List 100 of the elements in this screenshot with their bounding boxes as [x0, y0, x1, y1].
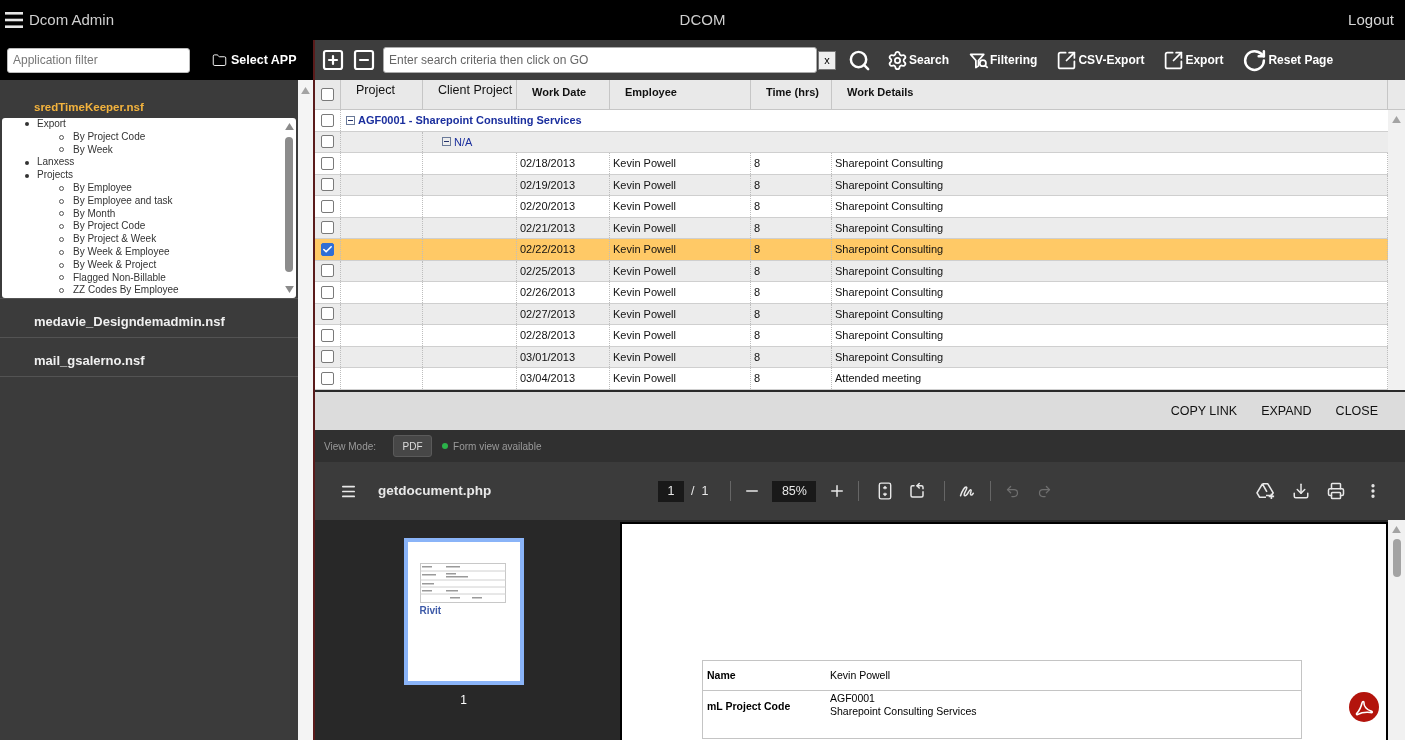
app-name: Dcom Admin [29, 9, 115, 30]
select-app-button[interactable]: Select APP [211, 50, 297, 70]
pdf-mode-button[interactable]: PDF [393, 435, 433, 457]
tree-item[interactable]: By Project Code [59, 130, 146, 144]
checkbox[interactable] [321, 199, 334, 213]
table-cell-text: 02/22/2013 [520, 242, 576, 257]
minus-square-icon[interactable] [442, 137, 451, 147]
search-icon[interactable] [848, 48, 871, 72]
table-row[interactable]: 02/19/2013 Kevin Powell 8 Sharepoint Consulting [315, 174, 1388, 196]
logout-link[interactable]: Logout [1348, 8, 1394, 32]
table-cell-text: 8 [754, 306, 761, 322]
checkbox[interactable] [321, 135, 334, 149]
checkbox[interactable] [321, 350, 334, 364]
column-header[interactable]: Project [341, 80, 423, 109]
filter-button[interactable]: Filtering [968, 49, 1038, 71]
table-row[interactable]: 02/22/2013 Kevin Powell 8 Sharepoint Consulting [315, 239, 1388, 261]
application-filter-field[interactable]: Application filter [7, 47, 190, 73]
preview-action-button[interactable]: CLOSE [1325, 397, 1388, 425]
table-row[interactable]: 02/25/2013 Kevin Powell 8 Sharepoint Consulting [315, 260, 1388, 282]
clear-button[interactable]: x [818, 50, 836, 70]
search-field[interactable]: Enter search criteria then click on GO [383, 47, 817, 73]
tree-item[interactable]: By Project Code [59, 220, 146, 234]
preview-action-button[interactable]: EXPAND [1251, 397, 1322, 425]
checkbox[interactable] [321, 371, 334, 385]
app-item[interactable]: medavie_Designdemadmin.nsf [0, 299, 298, 337]
scroll-up-arrow-icon[interactable] [1392, 116, 1401, 123]
triangle-plus-icon[interactable] [1256, 482, 1276, 500]
table-row[interactable]: 02/26/2013 Kevin Powell 8 Sharepoint Consulting [315, 282, 1388, 304]
search-button[interactable]: Search [887, 49, 950, 71]
table-cell-text: 8 [754, 199, 761, 214]
table-cell-text: Sharepoint Consulting [835, 177, 944, 193]
download-icon[interactable] [1292, 482, 1310, 500]
tree-item[interactable]: By Employee and task [59, 194, 173, 208]
tree-item[interactable]: Lanxess [25, 156, 75, 170]
tree-item[interactable]: By Project & Week [59, 233, 157, 246]
tree-item[interactable]: By Employee [59, 182, 132, 195]
minus-square-icon[interactable] [346, 115, 355, 125]
app-item[interactable]: mail_gsalerno.nsf [0, 338, 298, 376]
csv-export-button[interactable]: CSV-Export [1056, 49, 1145, 71]
table-row[interactable]: 02/18/2013 Kevin Powell 8 Sharepoint Consulting [315, 153, 1388, 175]
tree-item[interactable]: Flagged Non-Billable [59, 271, 166, 285]
table-row[interactable]: 03/01/2013 Kevin Powell 8 Sharepoint Consulting [315, 346, 1388, 368]
column-header[interactable]: Time (hrs) [751, 80, 832, 109]
export-icon [1056, 49, 1078, 71]
pdf-logo-icon[interactable] [1349, 692, 1379, 722]
scroll-up-arrow-icon[interactable] [301, 87, 310, 94]
print-icon[interactable] [1327, 482, 1345, 500]
page-thumbnail[interactable]: Rivit [403, 538, 524, 685]
checkbox[interactable] [321, 156, 334, 170]
rotate-icon[interactable] [908, 482, 927, 500]
fit-page-icon[interactable] [878, 482, 893, 500]
scroll-down-arrow-icon[interactable] [284, 286, 294, 293]
column-header[interactable]: Employee [610, 80, 751, 109]
scrollbar-thumb[interactable] [1392, 539, 1401, 577]
reset-button[interactable]: Reset Page [1242, 47, 1334, 73]
app-item[interactable]: sredTimeKeeper.nsf [0, 84, 298, 118]
zoom-field[interactable]: 85% [772, 480, 817, 502]
column-header[interactable]: Work Details [832, 80, 1388, 109]
group-row[interactable]: AGF0001 - Sharepoint Consulting Services [315, 110, 1388, 132]
table-cell-text: Attended meeting [835, 371, 922, 386]
checkbox[interactable] [321, 178, 334, 192]
checkbox[interactable] [321, 113, 334, 127]
table-row[interactable]: 02/20/2013 Kevin Powell 8 Sharepoint Consulting [315, 196, 1388, 218]
checkbox[interactable] [321, 88, 334, 101]
table-cell-text: Sharepoint Consulting [835, 199, 944, 214]
table-row[interactable]: 02/27/2013 Kevin Powell 8 Sharepoint Consulting [315, 303, 1388, 325]
tree-item[interactable]: By Week & Employee [59, 245, 170, 259]
tree-item[interactable]: By Week [59, 143, 113, 157]
plus-square-icon[interactable] [321, 48, 345, 72]
tree-item[interactable]: By Week & Project [59, 258, 157, 272]
menu-icon[interactable] [5, 12, 23, 28]
tree-item[interactable]: ZZ Codes By Employee [59, 284, 179, 298]
checkbox[interactable] [321, 328, 334, 342]
tree-item[interactable]: By Month [59, 207, 116, 221]
table-cell-text: 02/20/2013 [520, 199, 576, 214]
table-cell-text: Kevin Powell [613, 285, 676, 300]
checkbox[interactable] [321, 285, 334, 299]
table-row[interactable]: 03/04/2013 Kevin Powell 8 Attended meeting [315, 368, 1388, 390]
checkbox[interactable] [321, 242, 334, 256]
table-cell-text: 8 [754, 220, 761, 236]
page-number-field[interactable]: 1 [658, 480, 684, 502]
scrollbar-thumb[interactable] [285, 137, 293, 272]
checkbox[interactable] [321, 221, 334, 235]
group-row[interactable]: N/A [315, 131, 1388, 153]
tree-item[interactable]: Export [25, 118, 66, 131]
column-header[interactable]: Work Date [517, 80, 610, 109]
export-button[interactable]: Export [1163, 49, 1224, 71]
scroll-up-arrow-icon[interactable] [284, 123, 294, 130]
checkbox[interactable] [321, 307, 334, 321]
table-row[interactable]: 02/21/2013 Kevin Powell 8 Sharepoint Consulting [315, 217, 1388, 239]
tree-item[interactable]: Projects [25, 169, 74, 182]
table-cell-text: 8 [754, 328, 761, 343]
preview-action-button[interactable]: COPY LINK [1160, 397, 1248, 425]
table-row[interactable]: 02/28/2013 Kevin Powell 8 Sharepoint Consulting [315, 325, 1388, 347]
column-header[interactable]: Client Project [423, 80, 517, 109]
checkbox[interactable] [321, 264, 334, 278]
table-cell-text: 02/19/2013 [520, 177, 576, 193]
table-cell-text: Sharepoint Consulting [835, 306, 944, 322]
scroll-up-arrow-icon[interactable] [1392, 526, 1401, 533]
table-cell-text: Sharepoint Consulting [835, 263, 944, 279]
